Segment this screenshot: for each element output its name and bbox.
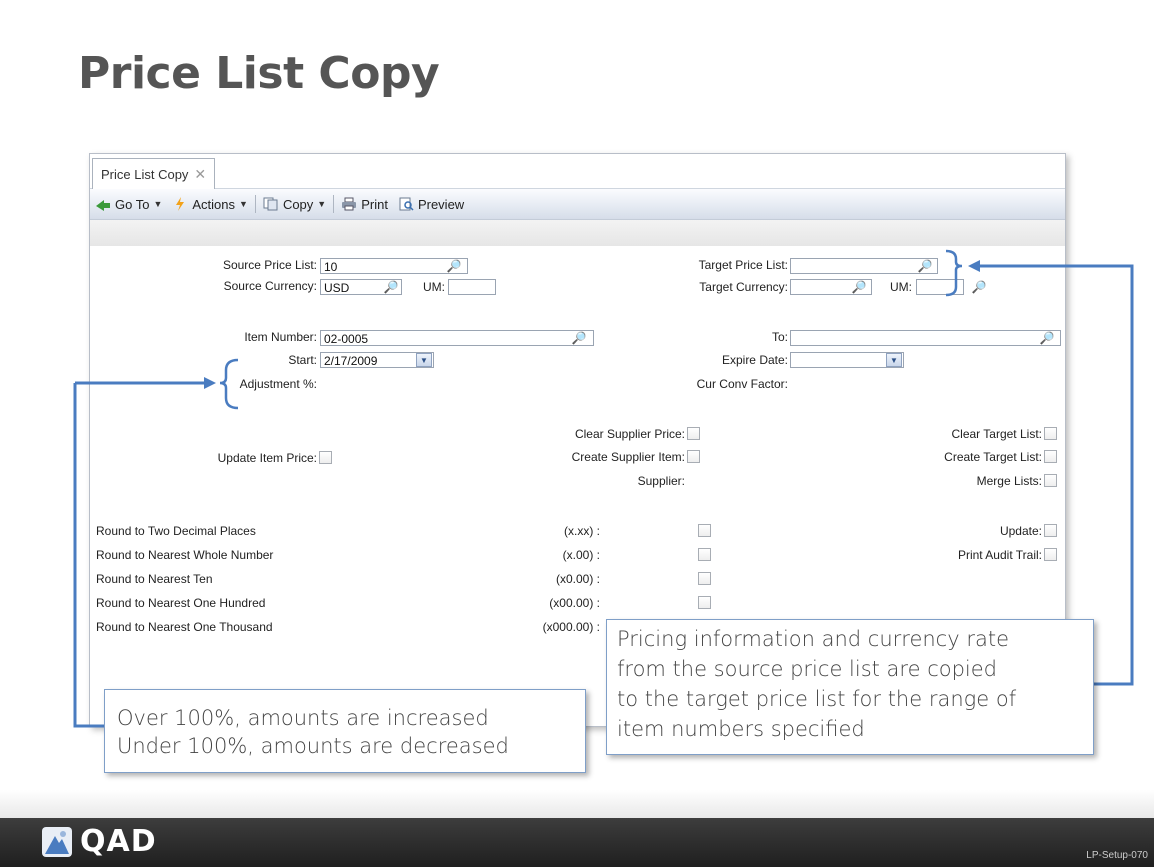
- adjustment-callout: Over 100%, amounts are increased Under 1…: [104, 689, 586, 773]
- qad-logo-icon: [42, 826, 72, 857]
- left-connector-line: [73, 383, 104, 728]
- left-brace-icon: [219, 358, 239, 410]
- callout-line: to the target price list for the range o…: [617, 687, 1017, 711]
- right-brace-icon: [945, 249, 963, 297]
- callout-line: Under 100%, amounts are decreased: [117, 734, 509, 758]
- slide-code: LP-Setup-070: [1086, 850, 1148, 861]
- callout-line: Pricing information and currency rate: [617, 627, 1009, 651]
- qad-logo-text: QAD: [80, 824, 157, 859]
- callout-line: Over 100%, amounts are increased: [117, 706, 489, 730]
- footer-bar: [0, 818, 1154, 867]
- copy-info-callout: Pricing information and currency rate fr…: [606, 619, 1094, 755]
- footer-fade: [0, 790, 1154, 818]
- callout-line: item numbers specified: [617, 717, 865, 741]
- callout-line: from the source price list are copied: [617, 657, 997, 681]
- arrow-right-icon: [204, 377, 216, 389]
- qad-logo: QAD: [42, 824, 157, 859]
- arrow-left-icon: [968, 260, 980, 272]
